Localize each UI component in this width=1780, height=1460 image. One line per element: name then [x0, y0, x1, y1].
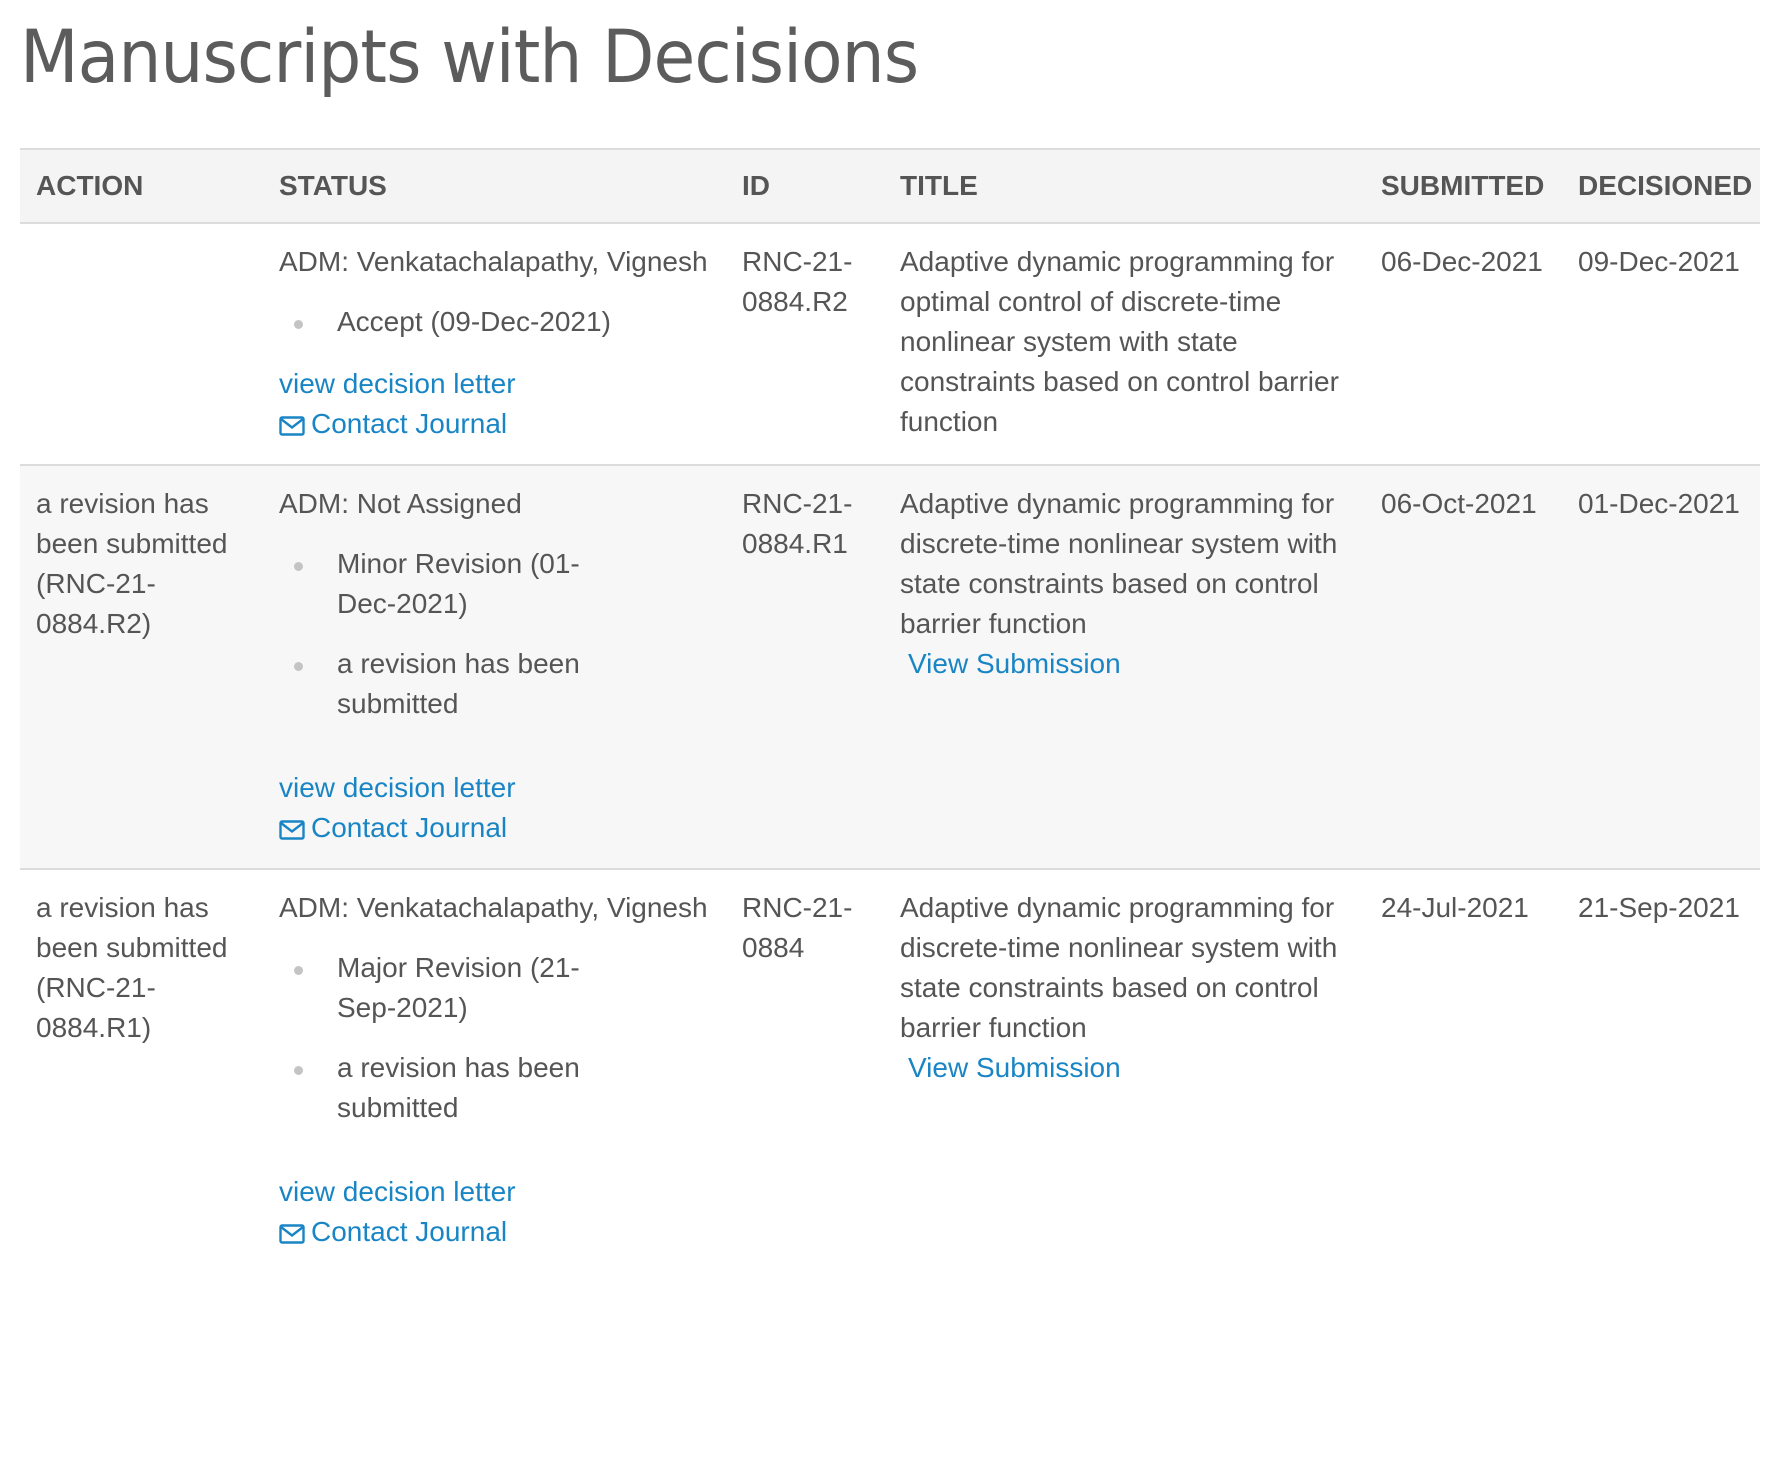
contact-journal-label: Contact Journal — [311, 812, 508, 843]
status-cell: ADM: Venkatachalapathy, Vignesh Accept (… — [263, 223, 726, 465]
status-item: Major Revision (21-Sep-2021) — [279, 948, 627, 1028]
id-cell: RNC-21-0884.R2 — [726, 223, 884, 465]
status-item-text: a revision has been submitted — [337, 648, 580, 719]
manuscripts-page: Manuscripts with Decisions ACTION STATUS… — [0, 0, 1780, 1460]
manuscript-id: RNC-21-0884 — [742, 892, 853, 963]
status-item: Accept (09-Dec-2021) — [279, 302, 710, 342]
table-row: a revision has been submitted (RNC-21-08… — [20, 869, 1760, 1272]
status-cell: ADM: Not Assigned Minor Revision (01-Dec… — [263, 465, 726, 869]
status-item-text: a revision has been submitted — [337, 1052, 580, 1123]
status-item: a revision has been submitted — [279, 644, 627, 724]
decisioned-cell: 21-Sep-2021 — [1562, 869, 1760, 1272]
decisioned-cell: 09-Dec-2021 — [1562, 223, 1760, 465]
contact-journal-link[interactable]: Contact Journal — [279, 404, 507, 444]
table-body: ADM: Venkatachalapathy, Vignesh Accept (… — [20, 223, 1760, 1272]
id-cell: RNC-21-0884.R1 — [726, 465, 884, 869]
status-admin: ADM: Venkatachalapathy, Vignesh — [279, 246, 708, 277]
manuscript-title: Adaptive dynamic programming for discret… — [900, 892, 1338, 1043]
view-decision-letter-link[interactable]: view decision letter — [279, 364, 516, 404]
status-links: view decision letter Contact Journal — [279, 364, 710, 444]
status-list: Major Revision (21-Sep-2021) a revision … — [279, 948, 710, 1128]
title-cell: Adaptive dynamic programming for discret… — [884, 869, 1365, 1272]
id-cell: RNC-21-0884 — [726, 869, 884, 1272]
table-row: a revision has been submitted (RNC-21-08… — [20, 465, 1760, 869]
envelope-icon — [279, 820, 305, 840]
status-cell: ADM: Venkatachalapathy, Vignesh Major Re… — [263, 869, 726, 1272]
status-item-text: Minor Revision (01-Dec-2021) — [337, 548, 580, 619]
column-header-id: ID — [742, 170, 770, 201]
submitted-cell: 24-Jul-2021 — [1365, 869, 1562, 1272]
bullet-dot-icon — [294, 966, 303, 975]
status-list: Minor Revision (01-Dec-2021) a revision … — [279, 544, 710, 724]
view-submission-link[interactable]: View Submission — [908, 1048, 1121, 1088]
page-title: Manuscripts with Decisions — [20, 15, 919, 100]
status-admin: ADM: Venkatachalapathy, Vignesh — [279, 892, 708, 923]
envelope-icon — [279, 1224, 305, 1244]
status-links: view decision letter Contact Journal — [279, 1172, 710, 1252]
table-header: ACTION STATUS ID TITLE SUBMITTED DECISIO… — [20, 149, 1760, 223]
title-cell: Adaptive dynamic programming for optimal… — [884, 223, 1365, 465]
envelope-icon — [279, 416, 305, 436]
contact-journal-link[interactable]: Contact Journal — [279, 1212, 507, 1252]
action-text: a revision has been submitted (RNC-21-08… — [36, 892, 228, 1043]
action-cell: a revision has been submitted (RNC-21-08… — [20, 465, 263, 869]
status-item-text: Accept (09-Dec-2021) — [337, 306, 611, 337]
view-decision-letter-link[interactable]: view decision letter — [279, 1172, 516, 1212]
action-cell — [20, 223, 263, 465]
column-header-decisioned: DECISIONED — [1578, 170, 1753, 201]
column-header-submitted: SUBMITTED — [1381, 170, 1545, 201]
submitted-cell: 06-Dec-2021 — [1365, 223, 1562, 465]
status-links: view decision letter Contact Journal — [279, 768, 710, 848]
manuscript-id: RNC-21-0884.R2 — [742, 246, 853, 317]
view-decision-letter-link[interactable]: view decision letter — [279, 768, 516, 808]
action-text: a revision has been submitted (RNC-21-08… — [36, 488, 228, 639]
status-item-text: Major Revision (21-Sep-2021) — [337, 952, 580, 1023]
bullet-dot-icon — [294, 562, 303, 571]
view-submission-link[interactable]: View Submission — [908, 644, 1121, 684]
manuscript-id: RNC-21-0884.R1 — [742, 488, 853, 559]
column-header-action: ACTION — [36, 170, 144, 201]
header-row: ACTION STATUS ID TITLE SUBMITTED DECISIO… — [20, 149, 1760, 223]
decisioned-cell: 01-Dec-2021 — [1562, 465, 1760, 869]
contact-journal-label: Contact Journal — [311, 408, 508, 439]
bullet-dot-icon — [294, 662, 303, 671]
status-item: Minor Revision (01-Dec-2021) — [279, 544, 627, 624]
table-row: ADM: Venkatachalapathy, Vignesh Accept (… — [20, 223, 1760, 465]
submitted-date: 24-Jul-2021 — [1381, 892, 1529, 923]
submitted-date: 06-Oct-2021 — [1381, 488, 1537, 519]
manuscript-title: Adaptive dynamic programming for optimal… — [900, 246, 1339, 437]
action-cell: a revision has been submitted (RNC-21-08… — [20, 869, 263, 1272]
bullet-dot-icon — [294, 320, 303, 329]
column-header-title: TITLE — [900, 170, 978, 201]
decisioned-date: 21-Sep-2021 — [1578, 892, 1740, 923]
manuscripts-table: ACTION STATUS ID TITLE SUBMITTED DECISIO… — [20, 148, 1760, 1272]
bullet-dot-icon — [294, 1066, 303, 1075]
submitted-date: 06-Dec-2021 — [1381, 246, 1543, 277]
decisioned-date: 09-Dec-2021 — [1578, 246, 1740, 277]
contact-journal-label: Contact Journal — [311, 1216, 508, 1247]
title-cell: Adaptive dynamic programming for discret… — [884, 465, 1365, 869]
column-header-status: STATUS — [279, 170, 387, 201]
contact-journal-link[interactable]: Contact Journal — [279, 808, 507, 848]
status-admin: ADM: Not Assigned — [279, 488, 522, 519]
manuscript-title: Adaptive dynamic programming for discret… — [900, 488, 1338, 639]
status-list: Accept (09-Dec-2021) — [279, 302, 710, 342]
decisioned-date: 01-Dec-2021 — [1578, 488, 1740, 519]
status-item: a revision has been submitted — [279, 1048, 627, 1128]
submitted-cell: 06-Oct-2021 — [1365, 465, 1562, 869]
